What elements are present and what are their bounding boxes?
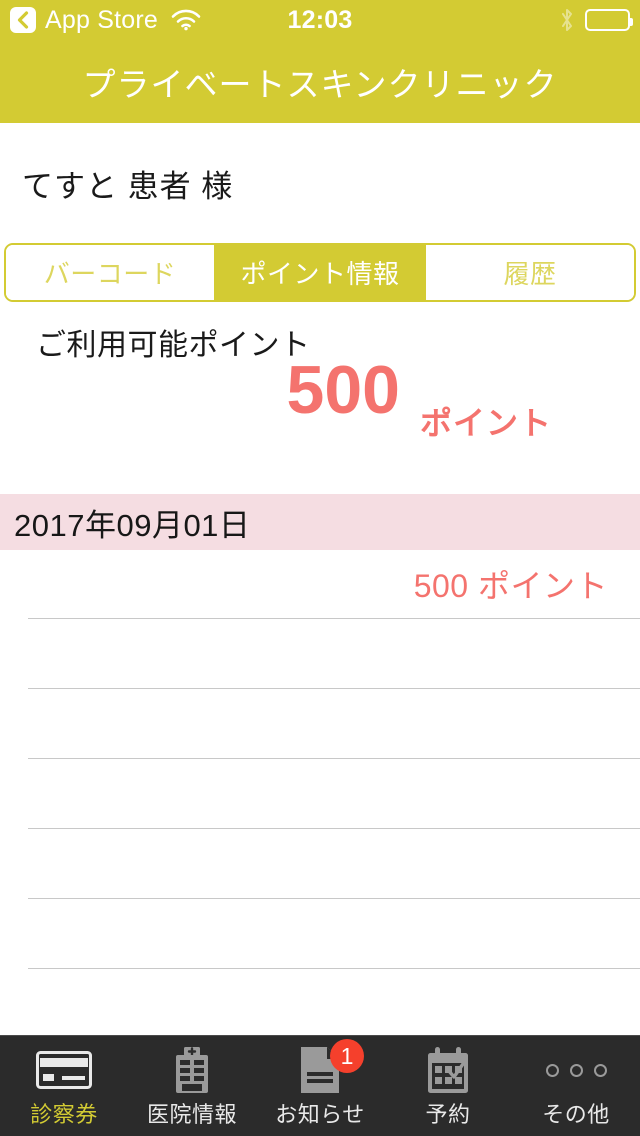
tab-more[interactable]: その他 [512, 1036, 640, 1136]
list-item-empty [28, 689, 640, 759]
tab-label-reservation: 予約 [425, 1102, 471, 1127]
navigation-bar: プライベートスキンクリニック [0, 40, 640, 123]
calendar-check-icon [425, 1045, 471, 1095]
segmented-control-wrapper: バーコード ポイント情報 履歴 [0, 243, 640, 302]
tab-shinsatsuken[interactable]: 診察券 [0, 1036, 128, 1136]
history-date-header: 2017年09月01日 [0, 494, 640, 550]
list-item-empty [28, 829, 640, 899]
tab-hospital-info[interactable]: 医院情報 [128, 1036, 256, 1136]
point-history-list[interactable]: 2017年09月01日 500 ポイント [0, 494, 640, 1035]
status-bar: App Store 12:03 [0, 0, 640, 40]
status-bar-right [559, 7, 640, 33]
history-entry-amount: 500 ポイント [413, 568, 608, 604]
patient-name: てすと 患者 様 [22, 168, 234, 204]
document-icon: 1 [298, 1039, 364, 1095]
patient-name-row: てすと 患者 様 [0, 123, 640, 243]
notification-badge: 1 [330, 1039, 364, 1073]
status-bar-clock: 12:03 [287, 5, 353, 34]
app-screen: App Store 12:03 プライベートスキンクリニック てすと 患者 様 … [0, 0, 640, 1136]
available-points-value: 500 [286, 352, 400, 428]
tab-barcode[interactable]: バーコード [6, 245, 216, 300]
more-dots-icon [545, 1045, 607, 1095]
list-item-empty [28, 899, 640, 969]
page-title: プライベートスキンクリニック [82, 65, 558, 103]
segmented-control[interactable]: バーコード ポイント情報 履歴 [4, 243, 636, 302]
list-item-empty [28, 759, 640, 829]
card-icon [36, 1045, 92, 1095]
tab-label-hospital-info: 医院情報 [146, 1102, 237, 1127]
list-item-empty [28, 619, 640, 689]
battery-full-icon [585, 9, 633, 31]
tab-label-more: その他 [542, 1102, 610, 1127]
tab-label-shinsatsuken: 診察券 [30, 1102, 98, 1127]
tab-label-notifications: お知らせ [275, 1102, 365, 1127]
tab-history[interactable]: 履歴 [426, 245, 634, 300]
tab-notifications[interactable]: 1 お知らせ [256, 1036, 384, 1136]
tab-reservation[interactable]: 予約 [384, 1036, 512, 1136]
list-item[interactable]: 500 ポイント [28, 550, 640, 619]
bottom-tab-bar: 診察券 医院情報 1 お知らせ 予約 その他 [0, 1035, 640, 1136]
available-points-unit: ポイント [419, 405, 552, 441]
hospital-icon [170, 1045, 214, 1095]
tab-point-info[interactable]: ポイント情報 [216, 245, 426, 300]
available-points-block: ご利用可能ポイント 500 ポイント [0, 302, 640, 494]
bluetooth-icon [559, 7, 575, 33]
history-date-label: 2017年09月01日 [14, 507, 251, 543]
